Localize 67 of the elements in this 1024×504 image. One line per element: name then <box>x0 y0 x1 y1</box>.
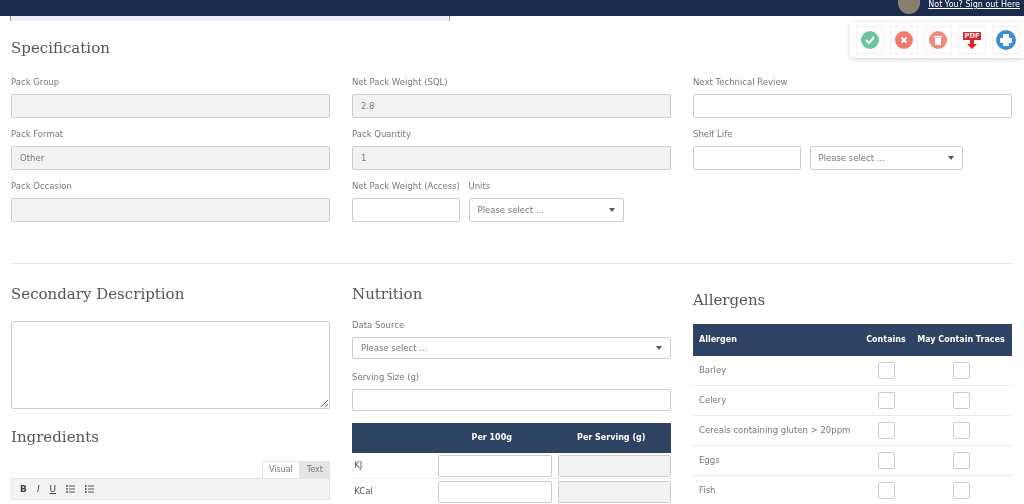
allergen-name: Fish <box>699 484 717 497</box>
column-header: Per Serving (g) <box>576 432 647 444</box>
field-label: Net Pack Weight (Access) <box>352 180 460 192</box>
close-icon <box>895 31 913 49</box>
arrow-down-icon <box>967 39 977 49</box>
field-label: Pack Quantity <box>352 128 412 140</box>
allergen-name: Barley <box>699 364 728 377</box>
checkbox[interactable] <box>952 482 970 499</box>
checkbox[interactable] <box>877 452 895 469</box>
field-label: Pack Format <box>11 128 65 140</box>
underline-button[interactable]: U <box>49 484 57 494</box>
bold-button[interactable]: B <box>20 484 27 494</box>
select-field[interactable]: Please select ... <box>352 337 671 359</box>
checkbox[interactable] <box>877 362 895 379</box>
checkbox[interactable] <box>952 362 970 379</box>
checkbox[interactable] <box>877 422 895 439</box>
input-field[interactable] <box>438 454 552 477</box>
input-field[interactable] <box>693 146 801 170</box>
text-area[interactable] <box>11 321 330 409</box>
section-heading: Ingredients <box>11 427 100 447</box>
column-header: Per 100g <box>470 432 513 444</box>
select-field[interactable]: Please select ... <box>809 146 963 170</box>
caret-icon <box>608 208 615 212</box>
field-label: Net Pack Weight (SQL) <box>352 76 449 88</box>
caret-icon <box>947 156 954 160</box>
field-label: Shelf Life <box>693 128 734 140</box>
editor-tab[interactable]: Text <box>299 461 330 478</box>
caret-icon <box>656 346 662 350</box>
cancel-button[interactable] <box>890 26 918 54</box>
section-heading: Secondary Description <box>11 284 186 304</box>
checkbox[interactable] <box>877 482 895 499</box>
field-label: Pack Group <box>11 76 61 88</box>
field-label: Serving Size (g) <box>352 371 421 383</box>
numbered-list-icon[interactable] <box>85 485 95 493</box>
editor-tab[interactable]: Visual <box>261 461 300 478</box>
field-label: Data Source <box>352 319 406 331</box>
field-label: Units <box>468 180 492 192</box>
checkbox[interactable] <box>952 392 970 409</box>
approve-button[interactable] <box>856 26 884 54</box>
checkbox[interactable] <box>952 422 970 439</box>
input-field[interactable] <box>438 480 552 503</box>
check-icon <box>861 31 879 49</box>
field-label: Next Technical Review <box>693 76 789 88</box>
trash-icon <box>929 31 947 49</box>
column-header: Contains <box>865 334 907 346</box>
allergen-name: Cereals containing gluten > 20ppm <box>699 424 852 437</box>
allergen-name: Eggs <box>699 454 721 467</box>
input-field[interactable] <box>352 198 460 222</box>
sign-out-link[interactable]: Not You? Sign out Here <box>928 0 1020 9</box>
row-label: KJ <box>353 459 364 472</box>
select-field[interactable]: Please select ... <box>468 198 624 222</box>
input-field[interactable] <box>693 94 1012 118</box>
checkbox[interactable] <box>877 392 895 409</box>
section-heading: Nutrition <box>352 284 424 304</box>
delete-button[interactable] <box>924 26 952 54</box>
section-heading: Allergens <box>693 290 767 310</box>
row-label: KCal <box>353 485 374 498</box>
allergen-name: Celery <box>699 394 728 407</box>
section-heading: Specification <box>11 38 111 58</box>
input-field[interactable] <box>352 389 671 411</box>
bullet-list-icon[interactable] <box>66 485 76 493</box>
column-header: May Contain Traces <box>916 334 1006 346</box>
field-label: Pack Occasion <box>11 180 73 192</box>
column-header: Allergen <box>699 334 738 346</box>
italic-button[interactable]: I <box>36 484 40 494</box>
print-button[interactable] <box>992 26 1020 54</box>
checkbox[interactable] <box>952 452 970 469</box>
